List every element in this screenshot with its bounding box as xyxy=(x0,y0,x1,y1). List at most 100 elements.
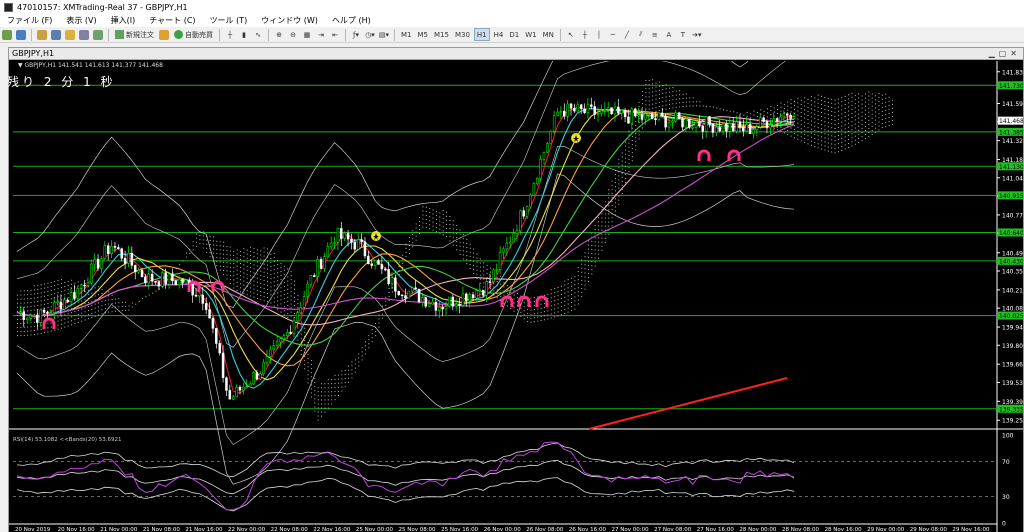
cloud-dot xyxy=(114,310,116,312)
channel-icon[interactable]: ⫽ xyxy=(635,28,647,41)
timeframe-m30[interactable]: M30 xyxy=(453,28,472,41)
cloud-dot xyxy=(587,268,589,270)
cloud-dot xyxy=(878,109,880,111)
cloud-dot xyxy=(560,285,562,287)
maximize-icon[interactable]: ▢ xyxy=(999,49,1007,58)
menu-file[interactable]: ファイル (F) xyxy=(0,15,59,26)
trendline-icon[interactable]: ╱ xyxy=(621,28,633,41)
toolbar-separator xyxy=(108,28,109,41)
cloud-dot xyxy=(871,117,873,119)
cloud-dot xyxy=(266,293,268,295)
candle-body xyxy=(356,239,360,250)
cloud-dot xyxy=(861,140,863,142)
cloud-dot xyxy=(645,92,647,94)
arrows-icon[interactable]: ➔▾ xyxy=(691,28,703,41)
candle-body xyxy=(701,125,705,132)
periods-button[interactable]: ◷▾ xyxy=(364,28,376,41)
text-icon[interactable]: A xyxy=(663,28,675,41)
timeframe-m1[interactable]: M1 xyxy=(399,28,414,41)
horizontal-line-icon[interactable]: ─ xyxy=(607,28,619,41)
bar-chart-button[interactable]: ┼ xyxy=(224,28,236,41)
cloud-dot xyxy=(435,223,437,225)
cloud-dot xyxy=(533,305,535,307)
cloud-dot xyxy=(750,117,752,119)
cloud-dot xyxy=(270,286,272,288)
menu-insert[interactable]: 挿入(I) xyxy=(104,15,143,26)
cloud-dot xyxy=(283,290,285,292)
cloud-dot xyxy=(577,295,579,297)
zoom-in-icon[interactable]: ⊕ xyxy=(273,28,285,41)
auto-trading-icon xyxy=(174,30,183,39)
new-chart-button[interactable] xyxy=(1,28,13,41)
cloud-dot xyxy=(337,394,339,396)
fibonacci-icon[interactable]: ≡ xyxy=(649,28,661,41)
timeframe-h1[interactable]: H1 xyxy=(473,28,490,41)
cloud-dot xyxy=(40,292,42,294)
timeframe-w1[interactable]: W1 xyxy=(523,28,538,41)
cloud-dot xyxy=(807,131,809,133)
cloud-dot xyxy=(17,302,18,304)
data-window-button[interactable] xyxy=(50,28,62,41)
vertical-line-icon[interactable]: │ xyxy=(593,28,605,41)
cloud-dot xyxy=(233,287,235,289)
price-chart[interactable]: 141.830141.595141.460141.320141.180141.0… xyxy=(9,61,1023,532)
timeframe-m5[interactable]: M5 xyxy=(416,28,431,41)
cloud-dot xyxy=(655,98,657,100)
candle-body xyxy=(248,383,252,388)
price-level-label: 141.730 xyxy=(999,83,1023,90)
close-icon[interactable]: ✕ xyxy=(1010,49,1017,58)
auto-trading-button[interactable]: 自動売買 xyxy=(172,28,215,41)
cloud-dot xyxy=(331,387,333,389)
indicators-button[interactable]: ƒ▾ xyxy=(350,28,362,41)
cloud-dot xyxy=(790,111,792,113)
label-icon[interactable]: T xyxy=(677,28,689,41)
navigator-button[interactable] xyxy=(64,28,76,41)
zoom-out-icon[interactable]: ⊖ xyxy=(287,28,299,41)
terminal-button[interactable] xyxy=(78,28,90,41)
market-watch-button[interactable] xyxy=(36,28,48,41)
cloud-dot xyxy=(598,249,600,251)
cloud-dot xyxy=(871,121,873,123)
tile-windows-button[interactable]: ▦ xyxy=(301,28,313,41)
metaeditor-button[interactable] xyxy=(158,28,170,41)
cloud-dot xyxy=(891,120,893,122)
cloud-dot xyxy=(824,145,826,147)
timeframe-mn[interactable]: MN xyxy=(541,28,556,41)
cloud-dot xyxy=(294,284,296,286)
cloud-dot xyxy=(557,299,559,301)
new-order-button[interactable]: 新規注文 xyxy=(113,28,156,41)
line-chart-button[interactable]: ∿ xyxy=(252,28,264,41)
menu-help[interactable]: ヘルプ (H) xyxy=(325,15,378,26)
cloud-dot xyxy=(479,262,481,264)
chart-window[interactable]: GBPJPY,H1 ▁ ▢ ✕ 141.830141.595141.460141… xyxy=(8,47,1024,532)
timeframe-d1[interactable]: D1 xyxy=(507,28,521,41)
autoscroll-button[interactable]: ⇥ xyxy=(315,28,327,41)
cloud-dot xyxy=(594,253,596,255)
cloud-dot xyxy=(456,237,458,239)
cursor-icon[interactable]: ↖ xyxy=(565,28,577,41)
cloud-dot xyxy=(831,106,833,108)
cloud-dot xyxy=(790,135,792,137)
menu-view[interactable]: 表示 (V) xyxy=(59,15,103,26)
chart-shift-button[interactable]: ⇤ xyxy=(329,28,341,41)
candlestick-button[interactable]: ▮ xyxy=(238,28,250,41)
cloud-dot xyxy=(848,142,850,144)
cloud-dot xyxy=(777,109,779,111)
cloud-dot xyxy=(621,192,623,194)
templates-button[interactable]: ▤▾ xyxy=(378,28,390,41)
menu-tools[interactable]: ツール (T) xyxy=(203,15,255,26)
timeframe-m15[interactable]: M15 xyxy=(432,28,451,41)
timeframe-h4[interactable]: H4 xyxy=(492,28,506,41)
menu-window[interactable]: ウィンドウ (W) xyxy=(254,15,325,26)
crosshair-icon[interactable]: ┼ xyxy=(579,28,591,41)
cloud-dot xyxy=(625,145,627,147)
menu-chart[interactable]: チャート (C) xyxy=(142,15,202,26)
time-axis-label: 29 Nov 08:00 xyxy=(910,527,948,532)
cloud-dot xyxy=(40,328,42,330)
cloud-dot xyxy=(239,267,241,269)
profiles-button[interactable] xyxy=(15,28,27,41)
candle-countdown: 残り 2 分 1 秒 xyxy=(7,75,116,89)
price-level-label: 139.335 xyxy=(999,406,1023,413)
minimize-icon[interactable]: ▁ xyxy=(989,49,995,58)
tester-button[interactable] xyxy=(92,28,104,41)
